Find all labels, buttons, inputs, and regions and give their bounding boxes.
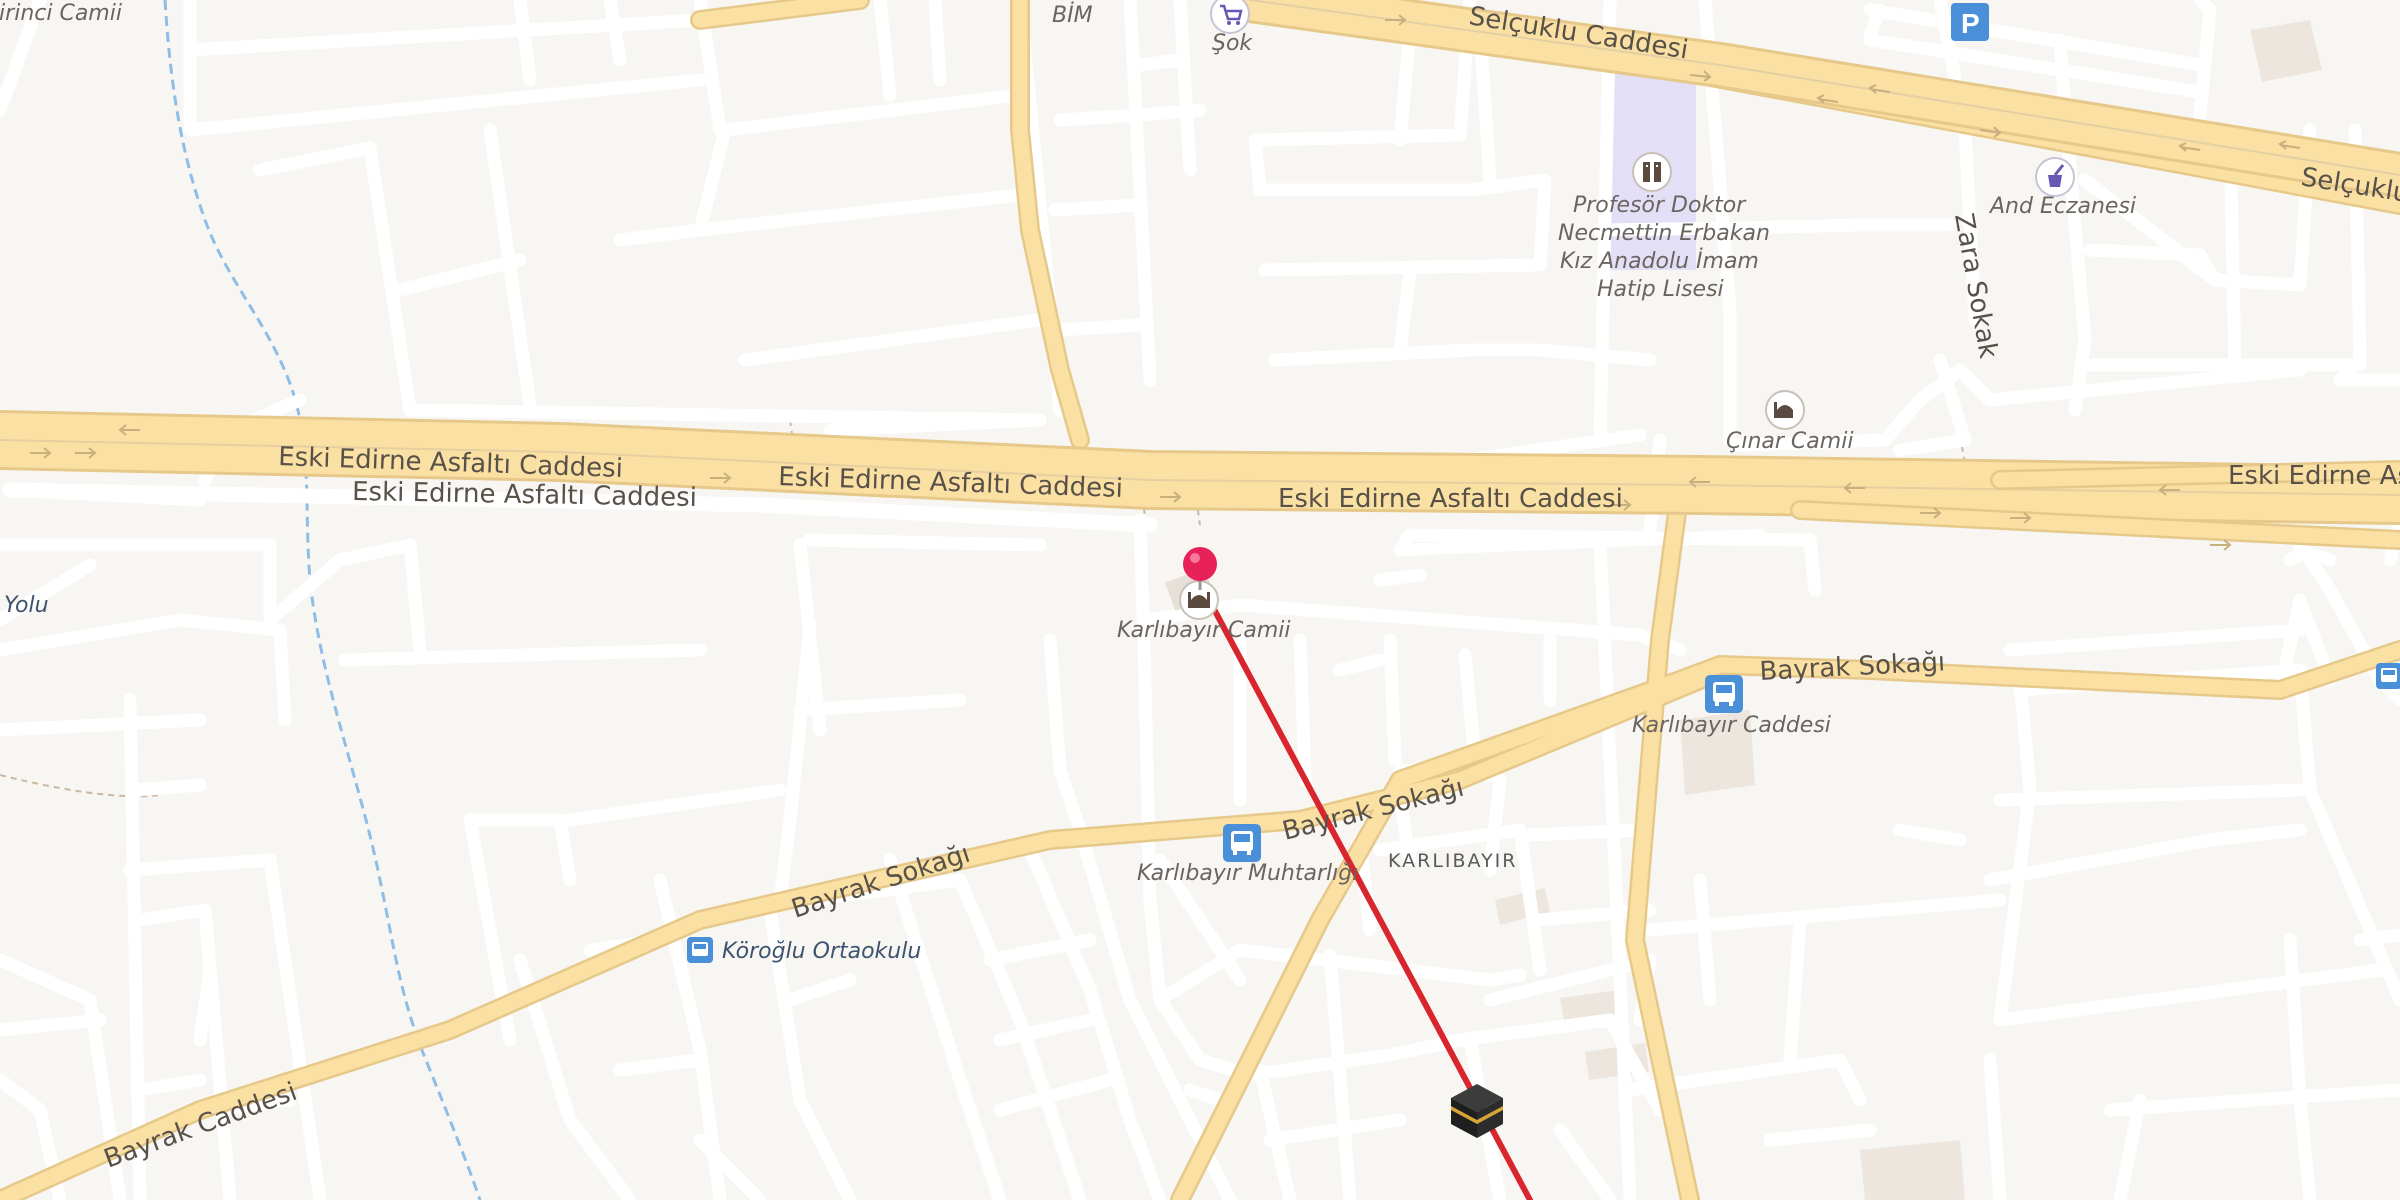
street-label-eski-edirne-4: Eski Edirne Asf [2228, 461, 2400, 491]
poi-label-koroglu-ortaokulu: Köroğlu Ortaokulu [722, 939, 921, 964]
school-icon[interactable] [1632, 152, 1672, 192]
poi-label-sok: Şok [1212, 31, 1253, 56]
poi-label-school-1: Profesör Doktor [1573, 193, 1747, 218]
bus-stop-icon[interactable] [1705, 675, 1743, 713]
street-label-eski-edirne-service: Eski Edirne Asfaltı Caddesi [352, 477, 697, 513]
poi-label-school-4: Hatip Lisesi [1597, 277, 1724, 302]
pharmacy-icon[interactable] [2035, 157, 2075, 197]
poi-label-school-2: Necmettin Erbakan [1558, 221, 1770, 246]
poi-label-school-3: Kız Anadolu İmam [1560, 248, 1759, 274]
poi-label-and-eczanesi: And Eczanesi [1988, 194, 2136, 219]
poi-label-karlibayir-muhtarligi: Karlıbayır Muhtarlığı [1137, 861, 1358, 886]
bus-stop-icon[interactable] [1223, 824, 1261, 862]
bus-stop-icon[interactable] [687, 937, 713, 963]
building [1860, 1140, 1965, 1200]
parking-symbol: P [1961, 8, 1980, 39]
poi-label-birinci-camii: ririnci Camii [0, 1, 122, 26]
mosque-icon[interactable] [1765, 390, 1805, 430]
poi-label-bim: BİM [1052, 2, 1093, 28]
map-view[interactable]: Selçuklu Caddesi Selçuklu Eski Edirne As… [0, 0, 2400, 1200]
poi-label-karlibayir-caddesi: Karlıbayır Caddesi [1632, 713, 1831, 738]
map-canvas[interactable]: Selçuklu Caddesi Selçuklu Eski Edirne As… [0, 0, 2400, 1200]
street-label-yolu: Yolu [4, 593, 49, 618]
shopping-cart-icon[interactable] [1210, 0, 1250, 34]
street-label-eski-edirne-3: Eski Edirne Asfaltı Caddesi [1278, 484, 1623, 514]
parking-icon[interactable]: P [1951, 3, 1989, 41]
poi-label-cinar-camii: Çınar Camii [1726, 429, 1853, 454]
poi-label-karlibayir-camii: Karlıbayır Camii [1117, 618, 1291, 643]
bus-stop-icon[interactable] [2376, 663, 2400, 689]
district-label: KARLIBAYIR [1388, 850, 1517, 872]
